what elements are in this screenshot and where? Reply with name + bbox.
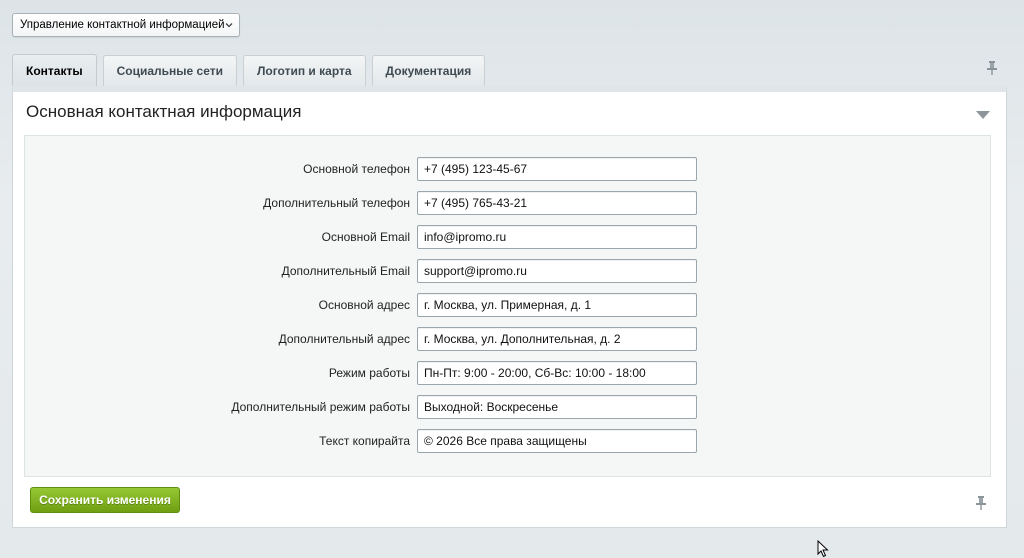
field-label: Дополнительный адрес bbox=[278, 332, 410, 346]
main-address-input[interactable]: г. Москва, ул. Примерная, д. 1 bbox=[417, 293, 697, 317]
form-row-extra-work-hours: Дополнительный режим работы Выходной: Во… bbox=[25, 395, 990, 419]
field-label: Дополнительный режим работы bbox=[231, 400, 410, 414]
work-hours-input[interactable]: Пн-Пт: 9:00 - 20:00, Сб-Вс: 10:00 - 18:0… bbox=[417, 361, 697, 385]
field-label: Режим работы bbox=[328, 366, 410, 380]
copyright-input[interactable]: © 2026 Все права защищены bbox=[417, 429, 697, 453]
form-row-copyright: Текст копирайта © 2026 Все права защищен… bbox=[25, 429, 990, 453]
form-row-main-address: Основной адрес г. Москва, ул. Примерная,… bbox=[25, 293, 990, 317]
tab-documentation[interactable]: Документация bbox=[371, 55, 486, 86]
main-email-input[interactable]: info@ipromo.ru bbox=[417, 225, 697, 249]
extra-work-hours-input[interactable]: Выходной: Воскресенье bbox=[417, 395, 697, 419]
extra-email-input[interactable]: support@ipromo.ru bbox=[417, 259, 697, 283]
chevron-down-icon bbox=[225, 23, 233, 28]
tab-bar: Контакты Социальные сети Логотип и карта… bbox=[12, 54, 491, 86]
contacts-panel: Основная контактная информация Основной … bbox=[12, 86, 1007, 528]
field-label: Дополнительный телефон bbox=[263, 196, 410, 210]
field-label: Основной телефон bbox=[303, 162, 410, 176]
tab-contacts[interactable]: Контакты bbox=[12, 54, 97, 86]
tab-label: Социальные сети bbox=[116, 64, 223, 78]
tab-label: Документация bbox=[385, 64, 472, 78]
extra-phone-input[interactable]: +7 (495) 765-43-21 bbox=[417, 191, 697, 215]
field-label: Основной Email bbox=[321, 230, 410, 244]
form-row-extra-address: Дополнительный адрес г. Москва, ул. Допо… bbox=[25, 327, 990, 351]
form-row-main-email: Основной Email info@ipromo.ru bbox=[25, 225, 990, 249]
field-label: Дополнительный Email bbox=[281, 264, 410, 278]
admin-page: Управление контактной информацией Контак… bbox=[0, 0, 1024, 558]
extra-address-input[interactable]: г. Москва, ул. Дополнительная, д. 2 bbox=[417, 327, 697, 351]
form-row-main-phone: Основной телефон +7 (495) 123-45-67 bbox=[25, 157, 990, 181]
form-row-extra-email: Дополнительный Email support@ipromo.ru bbox=[25, 259, 990, 283]
field-label: Основной адрес bbox=[318, 298, 410, 312]
tab-label: Контакты bbox=[26, 63, 83, 78]
pin-icon[interactable] bbox=[985, 60, 999, 76]
form-row-work-hours: Режим работы Пн-Пт: 9:00 - 20:00, Сб-Вс:… bbox=[25, 361, 990, 385]
field-label: Текст копирайта bbox=[319, 434, 410, 448]
form-row-extra-phone: Дополнительный телефон +7 (495) 765-43-2… bbox=[25, 191, 990, 215]
mouse-cursor-icon bbox=[817, 540, 829, 558]
tab-logo-and-map[interactable]: Логотип и карта bbox=[242, 55, 366, 86]
section-select-value: Управление контактной информацией bbox=[20, 19, 225, 31]
pin-icon[interactable] bbox=[974, 495, 988, 511]
section-select[interactable]: Управление контактной информацией bbox=[12, 13, 240, 37]
save-changes-button[interactable]: Сохранить изменения bbox=[30, 487, 180, 513]
save-button-label: Сохранить изменения bbox=[39, 493, 171, 507]
main-phone-input[interactable]: +7 (495) 123-45-67 bbox=[417, 157, 697, 181]
tab-label: Логотип и карта bbox=[256, 64, 352, 78]
contact-form: Основной телефон +7 (495) 123-45-67 Допо… bbox=[24, 135, 991, 477]
triangle-down-icon[interactable] bbox=[976, 110, 990, 120]
section-title: Основная контактная информация bbox=[26, 102, 302, 121]
tab-social-networks[interactable]: Социальные сети bbox=[102, 55, 237, 86]
